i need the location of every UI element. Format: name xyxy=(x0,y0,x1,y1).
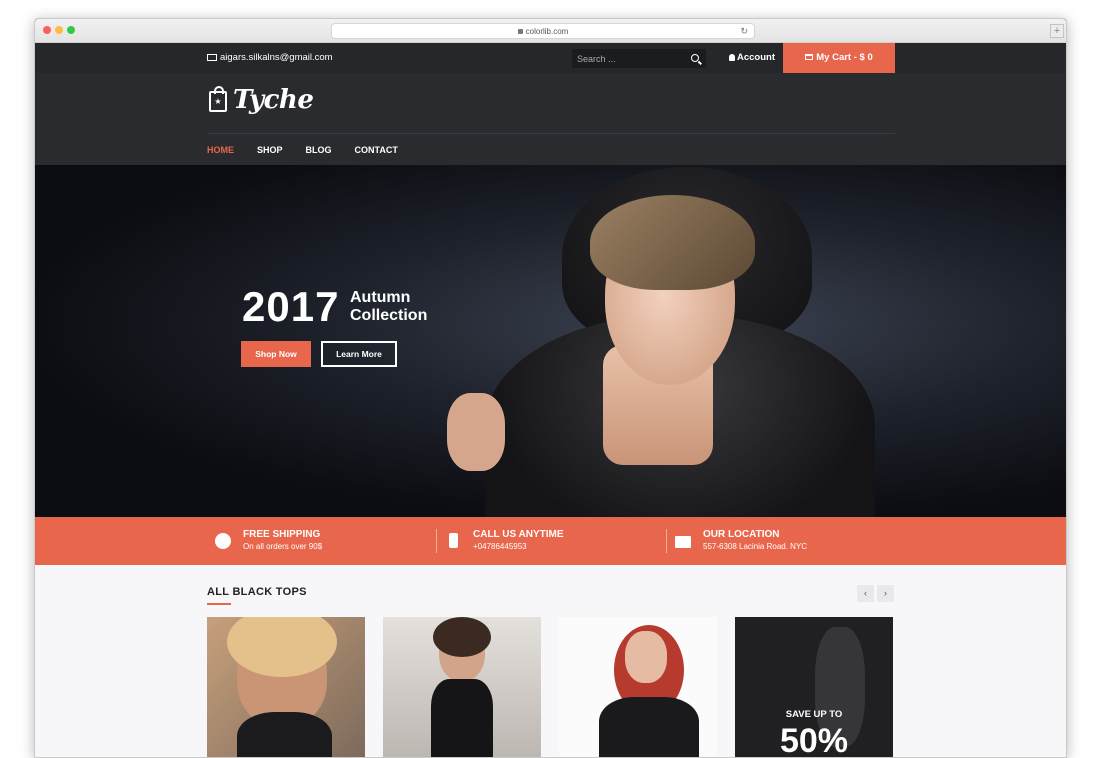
browser-toolbar: colorlib.com ↻ + xyxy=(35,19,1066,43)
feature-title: CALL US ANYTIME xyxy=(473,529,564,540)
globe-icon xyxy=(215,533,231,549)
shop-now-button[interactable]: Shop Now xyxy=(241,341,311,367)
product-model-top xyxy=(599,697,699,757)
hero-title: Autumn Collection xyxy=(350,289,428,324)
cart-button[interactable]: My Cart - $ 0 xyxy=(783,43,895,73)
hero-year: 2017 xyxy=(242,283,340,330)
feature-divider xyxy=(666,529,667,553)
account-label: Account xyxy=(737,52,775,63)
site-page: aigars.silkalns@gmail.com Account My Car… xyxy=(35,43,1066,757)
shopping-cart-icon xyxy=(805,54,814,60)
product-card[interactable] xyxy=(559,617,717,757)
hero-model-hair xyxy=(590,195,755,290)
products-section: ALL BLACK TOPS ‹ › SAVE UP TO 50% xyxy=(35,565,1066,757)
feature-subtitle: 557-6308 Lacinia Road. NYC xyxy=(703,542,808,551)
product-model-image xyxy=(625,631,667,683)
site-logo[interactable]: Tyche xyxy=(233,85,314,115)
envelope-icon xyxy=(207,54,217,61)
feature-subtitle: On all orders over 90$ xyxy=(243,542,323,551)
hero-model-hand xyxy=(447,393,505,471)
minimize-window-button[interactable] xyxy=(55,26,63,34)
lock-icon xyxy=(517,29,523,34)
browser-window: colorlib.com ↻ + aigars.silkalns@gmail.c… xyxy=(34,18,1067,758)
site-header: ★ Tyche HOME SHOP BLOG CONTACT xyxy=(35,73,1066,165)
phone-icon xyxy=(449,533,458,548)
contact-email[interactable]: aigars.silkalns@gmail.com xyxy=(207,43,333,73)
product-model-top xyxy=(431,679,493,757)
product-model-top xyxy=(237,712,332,757)
feature-title: FREE SHIPPING xyxy=(243,529,321,540)
section-underline xyxy=(207,603,231,605)
cart-label: My Cart - $ 0 xyxy=(816,52,873,63)
hero-banner: 2017 Autumn Collection Shop Now Learn Mo… xyxy=(35,165,1066,517)
email-text: aigars.silkalns@gmail.com xyxy=(220,52,333,63)
search-icon[interactable] xyxy=(691,54,699,62)
promo-card[interactable]: SAVE UP TO 50% xyxy=(735,617,893,757)
address-url: colorlib.com xyxy=(525,27,569,36)
reload-icon[interactable]: ↻ xyxy=(740,26,748,37)
feature-title: OUR LOCATION xyxy=(703,529,780,540)
address-bar[interactable]: colorlib.com ↻ xyxy=(331,23,755,39)
nav-divider xyxy=(207,133,895,134)
search-input[interactable] xyxy=(572,49,682,68)
nav-item-blog[interactable]: BLOG xyxy=(306,145,332,155)
carousel-prev-button[interactable]: ‹ xyxy=(857,585,874,602)
carousel-next-button[interactable]: › xyxy=(877,585,894,602)
section-title: ALL BLACK TOPS xyxy=(207,586,307,598)
main-nav: HOME SHOP BLOG CONTACT xyxy=(207,145,421,155)
maximize-window-button[interactable] xyxy=(67,26,75,34)
nav-item-contact[interactable]: CONTACT xyxy=(355,145,398,155)
close-window-button[interactable] xyxy=(43,26,51,34)
account-link[interactable]: Account xyxy=(729,43,775,73)
feature-subtitle: +04786445953 xyxy=(473,542,527,551)
product-card[interactable] xyxy=(383,617,541,757)
product-model-hair xyxy=(433,617,491,657)
nav-item-home[interactable]: HOME xyxy=(207,145,234,155)
shopping-bag-logo-icon[interactable]: ★ xyxy=(209,86,227,112)
map-icon xyxy=(675,536,691,548)
learn-more-button[interactable]: Learn More xyxy=(321,341,397,367)
promo-value: 50% xyxy=(779,722,849,757)
promo-line: SAVE UP TO xyxy=(785,709,843,720)
feature-divider xyxy=(436,529,437,553)
search-box xyxy=(572,49,706,68)
features-bar: FREE SHIPPING On all orders over 90$ CAL… xyxy=(35,517,1066,565)
new-tab-button[interactable]: + xyxy=(1050,24,1064,38)
top-bar: aigars.silkalns@gmail.com Account My Car… xyxy=(35,43,1066,73)
product-card[interactable] xyxy=(207,617,365,757)
nav-item-shop[interactable]: SHOP xyxy=(257,145,283,155)
user-icon xyxy=(729,54,735,61)
